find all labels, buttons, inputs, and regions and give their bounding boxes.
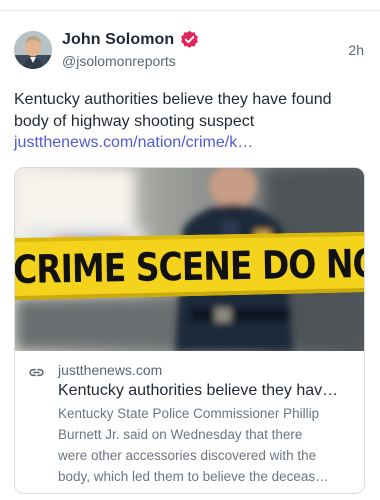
preview-image: CRIME SCENE DO NOT CRO [15, 168, 365, 351]
link-preview-card[interactable]: CRIME SCENE DO NOT CRO justthenews.com K… [14, 167, 365, 494]
preview-description-line: Burnett Jr. said on Wednesday that there [58, 427, 303, 442]
verified-badge-icon [181, 30, 199, 48]
preview-description-line: Kentucky State Police Commissioner Phill… [58, 406, 320, 421]
preview-description-line: body, which led them to believe the dece… [58, 469, 329, 484]
tape-caption: CRIME SCENE DO NOT CRO [15, 238, 365, 293]
post-timestamp[interactable]: 2h [348, 42, 364, 58]
preview-title[interactable]: Kentucky authorities believe they hav… [58, 380, 358, 401]
link-icon [29, 368, 44, 377]
post-text: Kentucky authorities believe they have f… [14, 91, 332, 130]
author-avatar[interactable] [14, 31, 52, 69]
author-handle[interactable]: @jsolomonreports [62, 53, 176, 69]
post-link[interactable]: justthenews.com/nation/crime/k… [14, 132, 253, 154]
post[interactable]: John Solomon @jsolomonreports 2h Kentuck… [0, 11, 380, 500]
author-name-text: John Solomon [62, 30, 175, 48]
author-name[interactable]: John Solomon [62, 30, 199, 49]
preview-description: Kentucky State Police Commissioner Phill… [58, 403, 354, 487]
preview-domain: justthenews.com [58, 362, 163, 378]
preview-body[interactable]: justthenews.com Kentucky authorities bel… [15, 351, 364, 493]
preview-description-line: were other accessories discovered with t… [58, 448, 317, 463]
